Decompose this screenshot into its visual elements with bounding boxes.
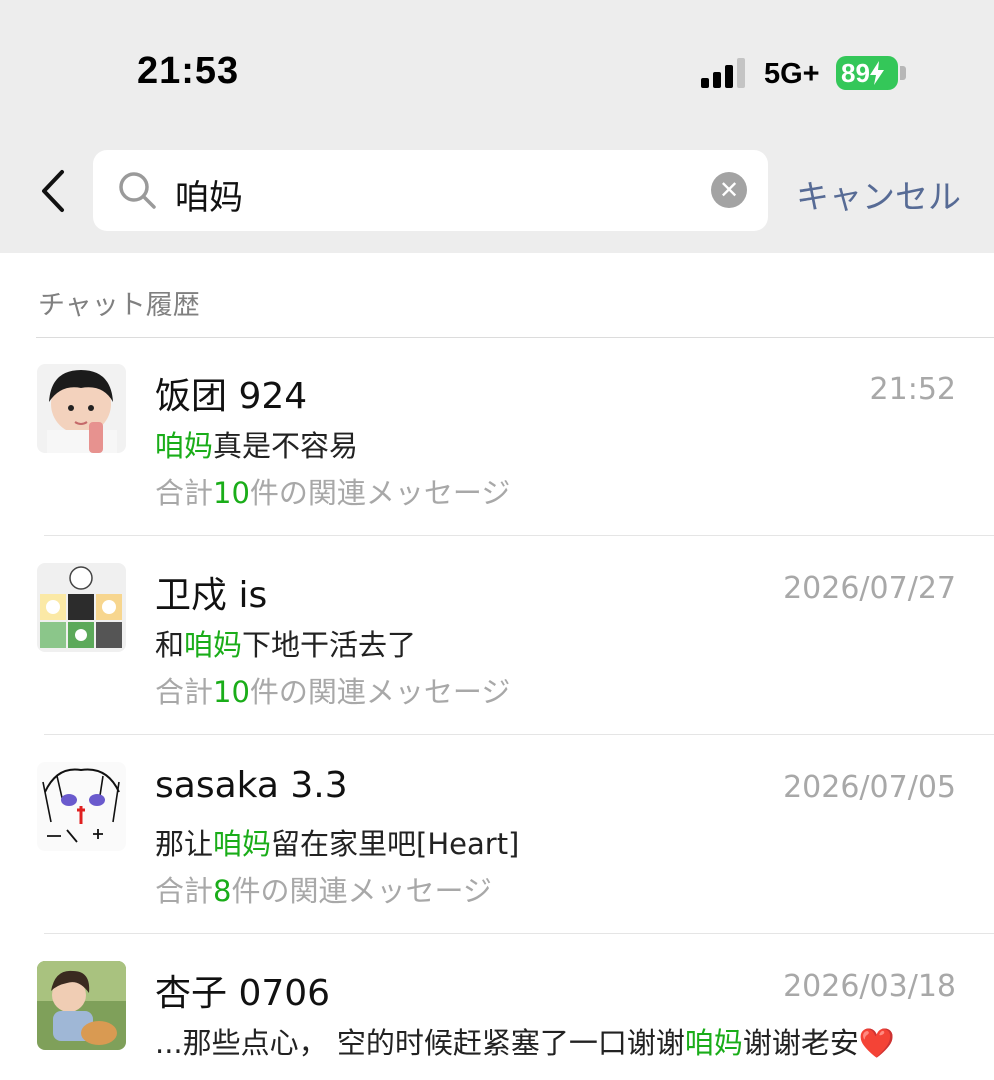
back-chevron-icon[interactable]	[34, 166, 74, 216]
cancel-button[interactable]: キャンセル	[796, 170, 961, 218]
message-snippet: 咱妈真是不容易	[155, 429, 359, 463]
snippet-highlight: 咱妈	[155, 429, 214, 463]
result-row[interactable]: 卫戍 is 2026/07/27 和咱妈下地干活去了 合計10件の関連メッセージ	[0, 536, 994, 735]
result-row[interactable]: sasaka 3.3 2026/07/05 那让咱妈留在家里吧[Heart] 合…	[0, 735, 994, 934]
message-snippet: ...那些点心， 空的时候赶紧塞了一口谢谢咱妈谢谢老安❤️	[155, 1026, 895, 1060]
network-type: 5G+	[764, 58, 820, 90]
chat-date: 2026/07/05	[783, 770, 956, 805]
chat-date: 2026/07/27	[783, 571, 956, 606]
search-query[interactable]: 咱妈	[175, 170, 243, 219]
chat-name: sasaka 3.3	[155, 765, 348, 806]
battery-level: 89	[841, 57, 870, 88]
battery-indicator: 89	[836, 56, 898, 90]
message-snippet: 和咱妈下地干活去了	[155, 628, 417, 662]
status-time: 21:53	[137, 50, 240, 92]
cellular-signal-icon	[701, 58, 745, 88]
related-count: 合計10件の関連メッセージ	[155, 675, 511, 709]
avatar	[37, 563, 126, 652]
header: 21:53 5G+ 89 咱妈 ✕ キャンセル	[0, 0, 994, 253]
chat-name: 杏子 0706	[155, 973, 331, 1014]
battery-cap	[900, 66, 906, 80]
avatar	[37, 762, 126, 851]
avatar	[37, 961, 126, 1050]
snippet-highlight: 咱妈	[684, 1026, 743, 1060]
avatar	[37, 364, 126, 453]
clear-search-icon[interactable]: ✕	[711, 172, 747, 208]
snippet-highlight: 咱妈	[184, 628, 243, 662]
snippet-highlight: 咱妈	[213, 827, 272, 861]
section-title: チャット履歴	[38, 290, 200, 321]
chat-date: 2026/03/18	[783, 969, 956, 1004]
search-input[interactable]: 咱妈 ✕	[93, 150, 768, 231]
chat-name: 卫戍 is	[155, 575, 268, 616]
related-count: 合計8件の関連メッセージ	[155, 874, 492, 908]
charging-bolt-icon	[869, 61, 884, 85]
message-snippet: 那让咱妈留在家里吧[Heart]	[155, 827, 520, 861]
result-row[interactable]: 饭团 924 21:52 咱妈真是不容易 合計10件の関連メッセージ	[0, 337, 994, 536]
chat-name: 饭团 924	[155, 376, 308, 417]
search-icon	[119, 172, 156, 209]
related-count: 合計10件の関連メッセージ	[155, 476, 511, 510]
result-row[interactable]: 杏子 0706 2026/03/18 ...那些点心， 空的时候赶紧塞了一口谢谢…	[0, 934, 994, 1080]
chat-date: 21:52	[869, 372, 956, 407]
